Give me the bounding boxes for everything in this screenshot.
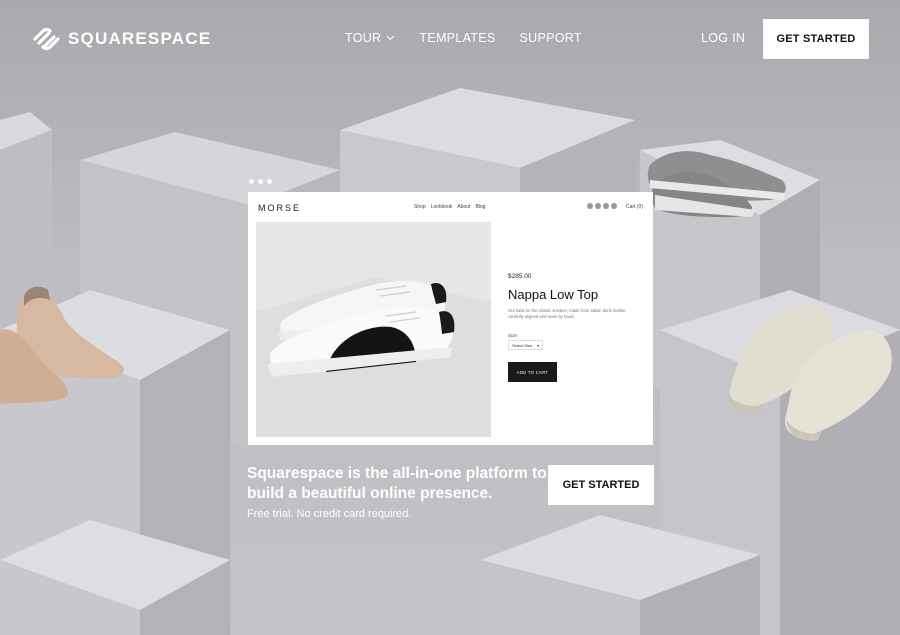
carousel-dots — [249, 179, 272, 184]
mockup-nav-lookbook: Lookbook — [430, 204, 453, 210]
squarespace-logo-icon — [33, 27, 60, 51]
mockup-size-label: Size: — [508, 333, 519, 338]
carousel-dot[interactable] — [249, 179, 254, 184]
mockup-nav: Shop Lookbook About Blog — [414, 204, 485, 210]
mockup-product-image — [256, 222, 491, 437]
mockup-nav-shop: Shop — [414, 204, 426, 210]
hero-get-started-button[interactable]: GET STARTED — [548, 465, 654, 505]
hero-subline: Free trial. No credit card required. — [247, 508, 412, 520]
login-link[interactable]: LOG IN — [701, 31, 745, 45]
mockup-product-description: Our twist on the classic sneaker, made f… — [508, 308, 626, 319]
main-nav: TOUR TEMPLATES SUPPORT — [345, 31, 582, 45]
caret-down-icon: ▾ — [536, 342, 539, 348]
brand-name: SQUARESPACE — [68, 29, 212, 48]
carousel-dot[interactable] — [267, 179, 272, 184]
social-icon — [611, 203, 617, 209]
mockup-nav-about: About — [457, 204, 471, 210]
mockup-site-logo: MORSE — [258, 203, 302, 213]
hero-headline: Squarespace is the all-in-one platform t… — [247, 465, 547, 502]
mockup-product-price: $285.00 — [508, 273, 532, 280]
social-icon — [603, 203, 609, 209]
mockup-product-title: Nappa Low Top — [508, 287, 599, 302]
header-get-started-button[interactable]: GET STARTED — [763, 19, 869, 59]
nav-tour-label: TOUR — [345, 31, 382, 45]
mockup-social-icons — [587, 203, 617, 209]
mockup-cart: Cart (0) — [626, 204, 643, 210]
site-header: SQUARESPACE TOUR TEMPLATES SUPPORT LOG I… — [0, 0, 900, 78]
mockup-nav-blog: Blog — [475, 204, 486, 210]
mockup-add-to-cart-button: ADD TO CART — [508, 362, 557, 382]
mockup-size-select: Select Size ▾ — [508, 340, 543, 350]
carousel-dot[interactable] — [258, 179, 263, 184]
nav-item-support[interactable]: SUPPORT — [520, 31, 582, 45]
social-icon — [595, 203, 601, 209]
social-icon — [587, 203, 593, 209]
nav-item-templates[interactable]: TEMPLATES — [419, 31, 495, 45]
chevron-down-icon — [387, 35, 395, 41]
brand-logo[interactable]: SQUARESPACE — [32, 27, 211, 51]
template-preview: MORSE Shop Lookbook About Blog Cart (0) — [248, 192, 653, 445]
mockup-size-select-value: Select Size — [512, 342, 533, 348]
nav-item-tour[interactable]: TOUR — [345, 31, 395, 45]
